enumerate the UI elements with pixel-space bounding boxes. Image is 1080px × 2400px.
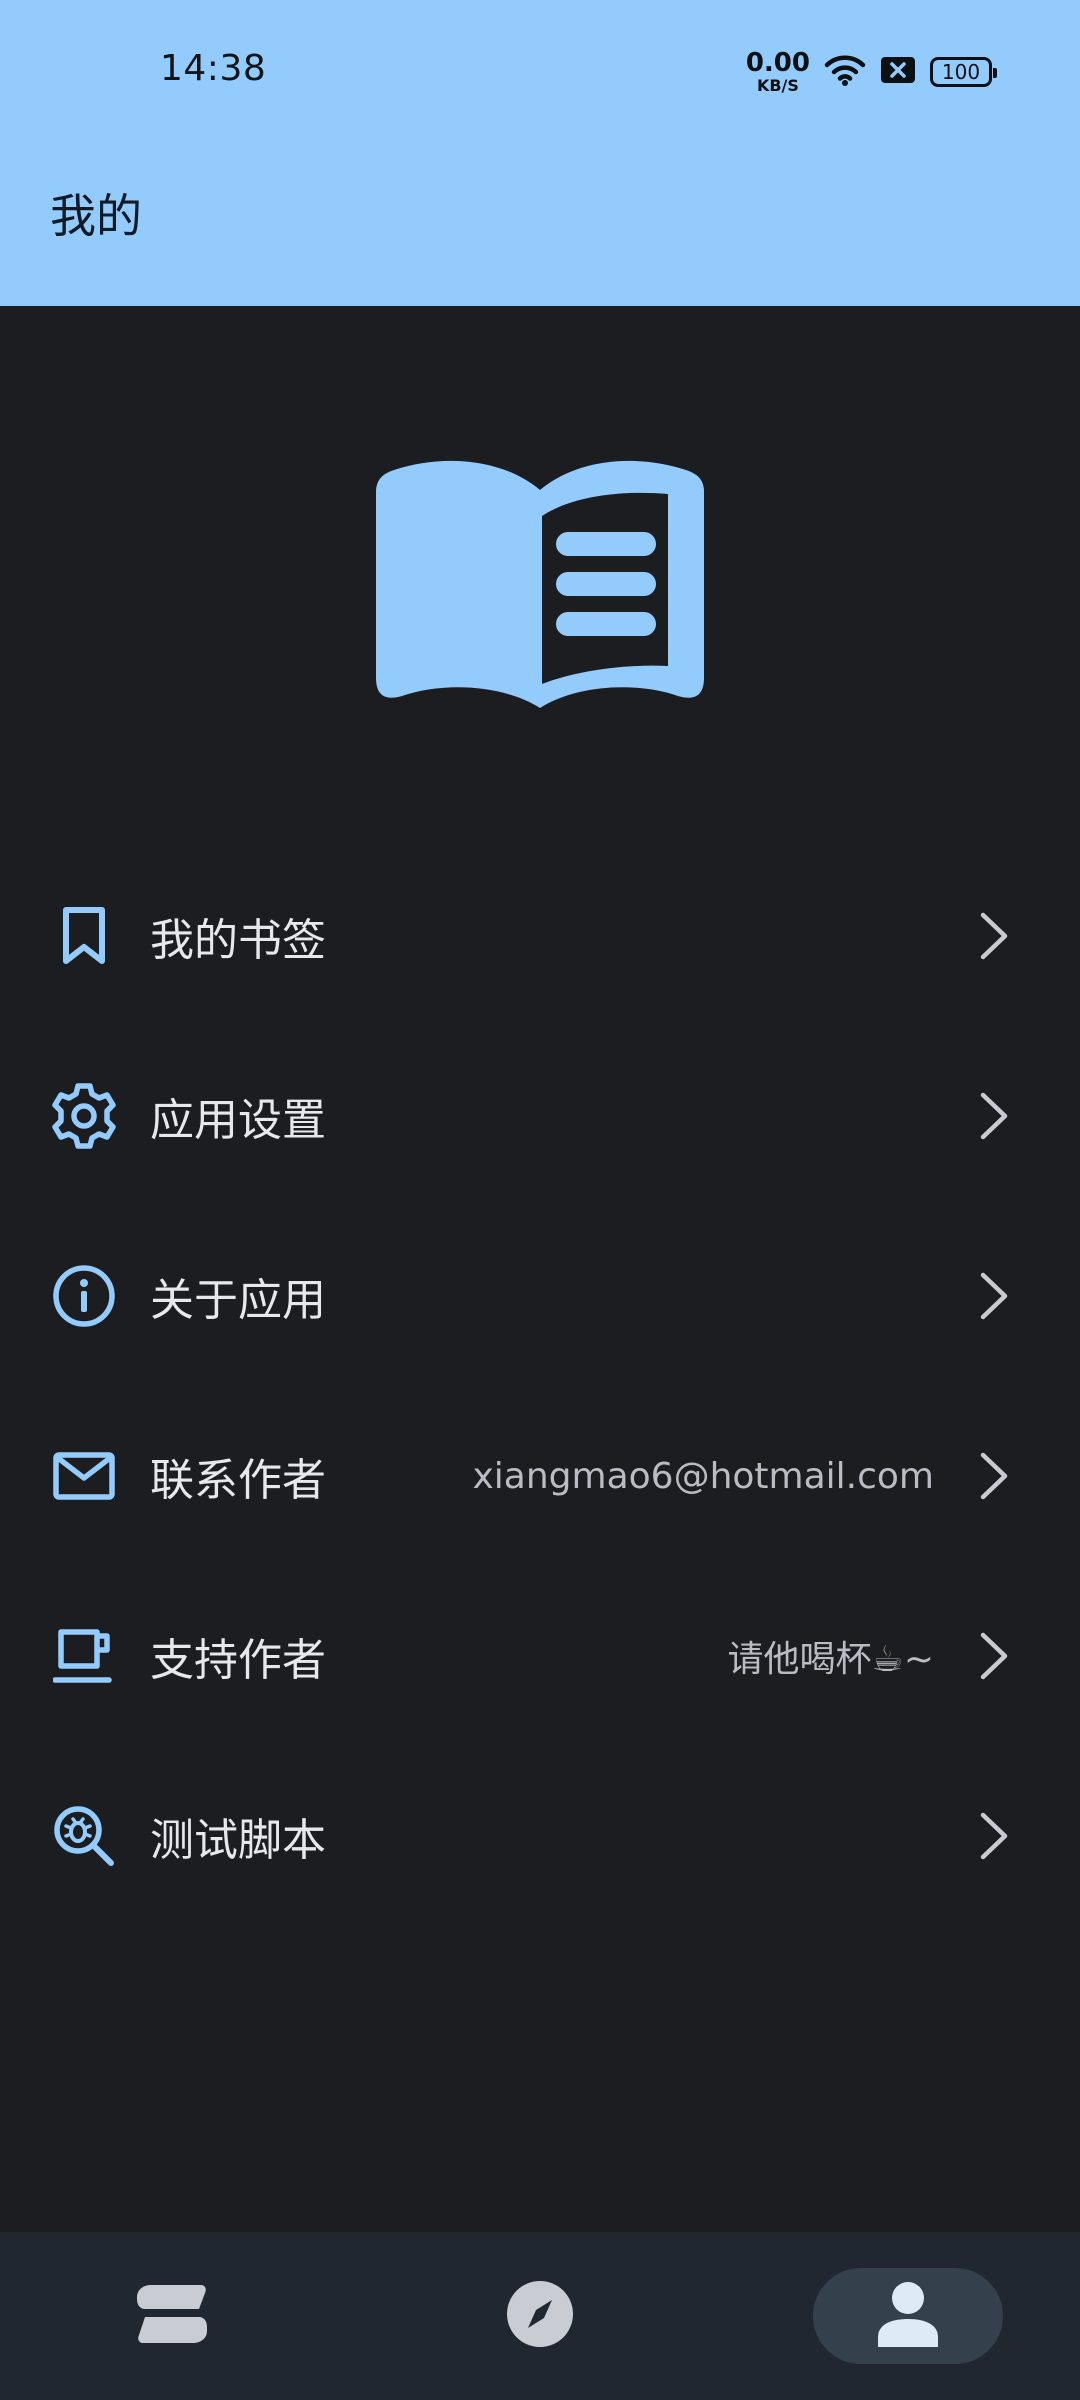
menu-item-label: 测试脚本 bbox=[150, 1815, 326, 1866]
support-note: 请他喝杯☕~ bbox=[727, 1639, 934, 1680]
gear-icon bbox=[50, 1082, 118, 1150]
compass-icon bbox=[506, 2280, 574, 2352]
bookmark-icon bbox=[50, 902, 118, 970]
contact-email: xiangmao6@hotmail.com bbox=[472, 1455, 934, 1497]
menu-item-test-script[interactable]: 测试脚本 bbox=[0, 1746, 1080, 1926]
top-app-bar: 14:38 0.00 KB/S 100 我的 bbox=[0, 0, 1080, 306]
menu-item-label: 关于应用 bbox=[150, 1275, 326, 1326]
person-icon bbox=[876, 2281, 940, 2351]
network-speed-value: 0.00 bbox=[745, 48, 810, 78]
coffee-cup-icon bbox=[50, 1622, 118, 1690]
chevron-right-icon bbox=[974, 1446, 1014, 1506]
mail-icon bbox=[50, 1442, 118, 1510]
bottom-navigation bbox=[0, 2232, 1080, 2400]
chevron-right-icon bbox=[974, 1626, 1014, 1686]
status-icons: 0.00 KB/S 100 bbox=[746, 50, 998, 94]
settings-menu: 我的书签 应用设置 关于应用 联系作者 xiangmao6@hotmail.co… bbox=[0, 846, 1080, 1926]
wifi-icon bbox=[824, 53, 866, 91]
menu-item-about[interactable]: 关于应用 bbox=[0, 1206, 1080, 1386]
chevron-right-icon bbox=[974, 1086, 1014, 1146]
menu-item-support-author[interactable]: 支持作者 请他喝杯☕~ bbox=[0, 1566, 1080, 1746]
status-time: 14:38 bbox=[160, 48, 267, 89]
nav-tab-explore[interactable] bbox=[445, 2268, 635, 2364]
bookshelf-icon bbox=[137, 2283, 207, 2349]
chevron-right-icon bbox=[974, 1266, 1014, 1326]
battery-indicator: 100 bbox=[930, 57, 997, 87]
menu-item-label: 应用设置 bbox=[150, 1095, 326, 1146]
menu-item-label: 联系作者 bbox=[150, 1455, 326, 1506]
sim-missing-icon bbox=[880, 56, 916, 88]
book-logo-icon bbox=[372, 460, 708, 720]
network-speed: 0.00 KB/S bbox=[746, 50, 810, 94]
menu-item-label: 我的书签 bbox=[150, 915, 326, 966]
menu-item-label: 支持作者 bbox=[150, 1635, 326, 1686]
network-speed-unit: KB/S bbox=[756, 76, 799, 95]
menu-item-contact-author[interactable]: 联系作者 xiangmao6@hotmail.com bbox=[0, 1386, 1080, 1566]
page-title: 我的 bbox=[50, 189, 142, 243]
bug-search-icon bbox=[50, 1802, 118, 1870]
chevron-right-icon bbox=[974, 1806, 1014, 1866]
chevron-right-icon bbox=[974, 906, 1014, 966]
nav-tab-profile[interactable] bbox=[813, 2268, 1003, 2364]
menu-item-app-settings[interactable]: 应用设置 bbox=[0, 1026, 1080, 1206]
nav-tab-bookshelf[interactable] bbox=[77, 2268, 267, 2364]
info-icon bbox=[50, 1262, 118, 1330]
menu-item-bookmarks[interactable]: 我的书签 bbox=[0, 846, 1080, 1026]
